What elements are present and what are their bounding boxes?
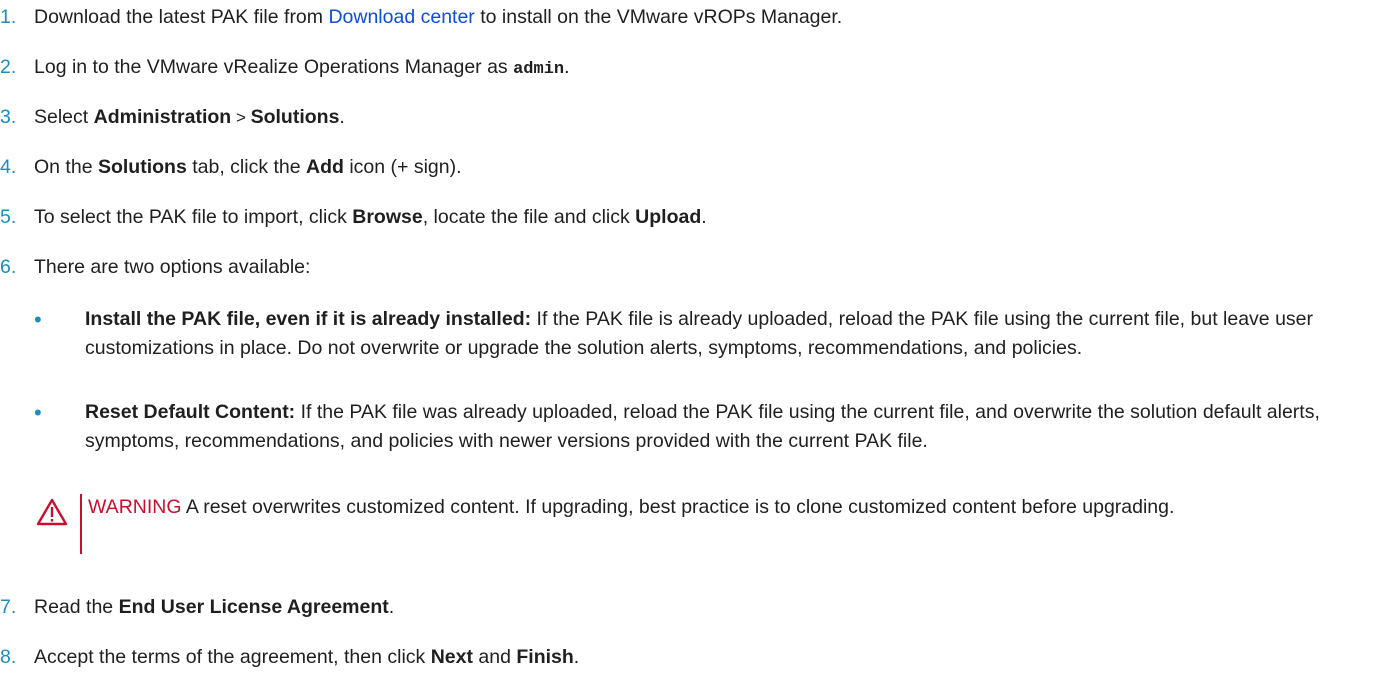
step-text-part: Accept the terms of the agreement, then … [34,646,431,668]
admin-username-code: admin [513,60,565,79]
step-text-part: . [339,106,345,128]
step-text: Download the latest PAK file from Downlo… [34,3,842,32]
step-text: Read the End User License Agreement. [34,593,394,622]
step-number: 1. [0,6,17,28]
ui-term-solutions: Solutions [250,106,340,128]
step-text: Accept the terms of the agreement, then … [34,643,579,672]
step-text-part: . [388,596,395,618]
step-number: 2. [0,56,17,78]
step-text: There are two options available: [34,256,311,278]
warning-message: A reset overwrites customized content. I… [181,496,1175,518]
step-text: To select the PAK file to import, click … [34,203,707,232]
step-number: 8. [0,646,17,668]
ui-term-administration: Administration [93,106,232,128]
step-number: 7. [0,596,17,618]
step-text-part: to install on the VMware vROPs Manager. [474,6,843,28]
step-text: On the Solutions tab, click the Add icon… [34,153,462,182]
step-text-part: . [573,646,580,668]
step-text-part: Log in to the VMware vRealize Operations… [34,56,514,78]
step-text-part: On the [34,156,98,178]
warning-triangle-icon [36,498,68,526]
warning-divider [80,494,82,554]
warning-callout: WARNING A reset overwrites customized co… [36,492,1366,556]
warning-label: WARNING [88,496,182,518]
step-text-part: Download the latest PAK file from [34,6,329,28]
ui-term-upload: Upload [635,206,702,228]
step-text-part: . [701,206,707,228]
ui-term-add: Add [306,156,344,178]
step-text-part: . [564,56,570,78]
step-text-part: icon (+ sign). [343,156,462,178]
option-text: Install the PAK file, even if it is alre… [85,305,1375,363]
ui-term-browse: Browse [352,206,423,228]
step-number: 4. [0,156,17,178]
step-text-part: , locate the file and click [422,206,636,228]
step-number: 3. [0,106,17,128]
ui-term-eula: End User License Agreement [118,596,389,618]
step-text-part: To select the PAK file to import, click [34,206,353,228]
step-text-part: Read the [34,596,119,618]
warning-text: WARNING A reset overwrites customized co… [88,492,1368,523]
ui-term-solutions-tab: Solutions [97,156,187,178]
ui-term-finish: Finish [516,646,574,668]
step-text-part: Select [34,106,94,128]
menu-separator: > [231,108,251,127]
option-text: Reset Default Content: If the PAK file w… [85,398,1375,456]
step-text: Select Administration > Solutions. [34,103,345,132]
option-title: Install the PAK file, even if it is alre… [85,308,532,330]
step-text-part: and [472,646,517,668]
bullet-icon: • [34,307,42,332]
ui-term-next: Next [430,646,473,668]
bullet-icon: • [34,400,42,425]
step-text-part: tab, click the [186,156,307,178]
step-text: Log in to the VMware vRealize Operations… [34,53,570,84]
step-number: 5. [0,206,17,228]
step-number: 6. [0,256,17,278]
download-center-link[interactable]: Download center [328,6,474,28]
option-title: Reset Default Content: [85,401,296,423]
